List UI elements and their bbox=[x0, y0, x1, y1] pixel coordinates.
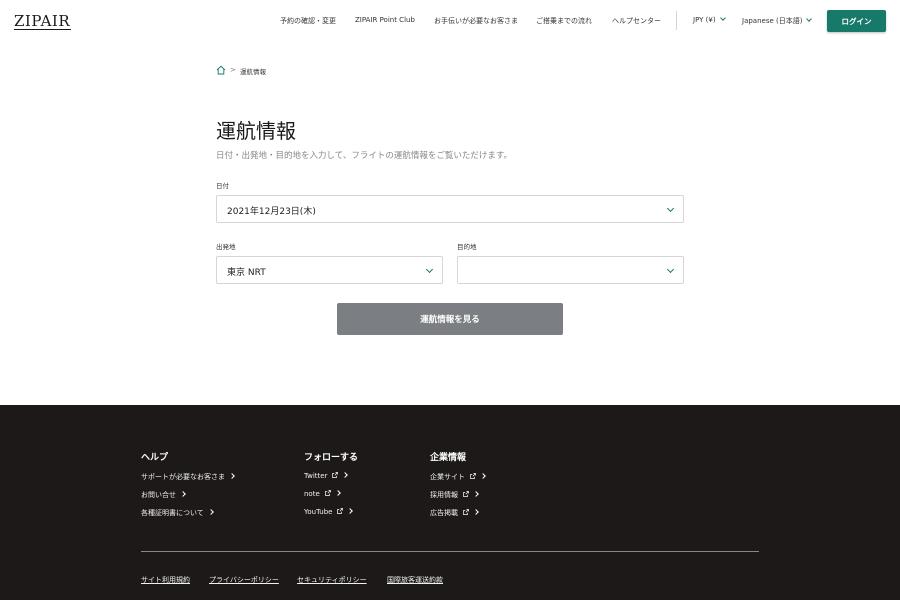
chevron-right-icon bbox=[347, 508, 354, 514]
external-link-icon bbox=[463, 509, 469, 515]
breadcrumb-separator: > bbox=[230, 66, 236, 74]
nav-divider bbox=[676, 11, 677, 30]
breadcrumb-current: 運航情報 bbox=[240, 68, 266, 76]
external-link-icon bbox=[463, 491, 469, 497]
footer-link-youtube[interactable]: YouTube bbox=[304, 508, 354, 516]
footer-link-careers[interactable]: 採用情報 bbox=[430, 490, 479, 500]
nav-boarding-flow[interactable]: ご搭乗までの流れ bbox=[536, 16, 592, 26]
footer-link-label: Twitter bbox=[304, 472, 328, 480]
footer-link-advertising[interactable]: 広告掲載 bbox=[430, 508, 479, 518]
external-link-icon bbox=[324, 490, 331, 496]
footer-link-label: note bbox=[304, 490, 320, 498]
chevron-right-icon bbox=[342, 472, 349, 478]
chevron-down-icon bbox=[425, 265, 434, 274]
nav-manage-booking[interactable]: 予約の確認・変更 bbox=[280, 16, 336, 26]
origin-label: 出発地 bbox=[216, 243, 236, 251]
site-header: ZIPAIR 予約の確認・変更 ZIPAIR Point Club お手伝いが必… bbox=[0, 0, 900, 42]
chevron-right-icon bbox=[480, 473, 486, 479]
language-dropdown[interactable]: Japanese (日本語) bbox=[742, 16, 813, 26]
footer-link-label: サポートが必要なお客さま bbox=[141, 473, 225, 481]
currency-dropdown[interactable]: JPY (¥) bbox=[693, 15, 726, 24]
external-link-icon bbox=[332, 472, 339, 478]
view-flight-status-button[interactable]: 運航情報を見る bbox=[337, 303, 563, 335]
footer-link-label: お問い合せ bbox=[141, 491, 176, 499]
chevron-right-icon bbox=[473, 509, 479, 515]
chevron-right-icon bbox=[473, 491, 479, 497]
origin-value: 東京 NRT bbox=[227, 268, 266, 278]
logo-underline bbox=[14, 29, 71, 30]
home-icon[interactable] bbox=[216, 65, 226, 75]
date-label: 日付 bbox=[216, 182, 229, 190]
chevron-right-icon bbox=[334, 490, 341, 496]
chevron-down-icon bbox=[666, 204, 675, 213]
page-description: 日付・出発地・目的地を入力して、フライトの運航情報をご覧いただけます。 bbox=[216, 151, 512, 161]
external-link-icon bbox=[470, 473, 476, 479]
destination-select[interactable] bbox=[457, 256, 684, 284]
footer-link-certificates[interactable]: 各種証明書について bbox=[141, 508, 214, 518]
footer-link-twitter[interactable]: Twitter bbox=[304, 472, 349, 480]
external-link-icon bbox=[337, 508, 344, 514]
footer-follow-title: フォローする bbox=[304, 453, 359, 463]
footer-link-label: 各種証明書について bbox=[141, 509, 204, 517]
footer-link-label: 企業サイト bbox=[430, 473, 465, 481]
nav-special-assistance[interactable]: お手伝いが必要なお客さま bbox=[434, 16, 518, 26]
footer-link-note[interactable]: note bbox=[304, 490, 341, 498]
footer-link-label: 採用情報 bbox=[430, 491, 458, 499]
origin-select[interactable]: 東京 NRT bbox=[216, 256, 443, 284]
date-value: 2021年12月23日(木) bbox=[227, 207, 316, 217]
nav-point-club[interactable]: ZIPAIR Point Club bbox=[355, 16, 415, 24]
nav-help-center[interactable]: ヘルプセンター bbox=[612, 16, 661, 26]
login-button[interactable]: ログイン bbox=[827, 10, 886, 32]
footer-link-privacy[interactable]: プライバシーポリシー bbox=[209, 575, 279, 585]
footer-link-label: YouTube bbox=[304, 508, 333, 516]
site-footer: ヘルプ サポートが必要なお客さま お問い合せ 各種証明書について フォローする … bbox=[0, 405, 900, 600]
footer-help-title: ヘルプ bbox=[141, 453, 169, 463]
footer-link-terms[interactable]: サイト利用規約 bbox=[141, 575, 190, 585]
footer-company-title: 企業情報 bbox=[430, 453, 467, 463]
footer-link-special-assistance[interactable]: サポートが必要なお客さま bbox=[141, 472, 235, 482]
currency-label: JPY (¥) bbox=[693, 16, 716, 24]
chevron-down-icon bbox=[666, 265, 675, 274]
footer-link-carriage-conditions[interactable]: 国際旅客運送約款 bbox=[387, 575, 443, 585]
chevron-down-icon bbox=[806, 16, 813, 22]
footer-divider bbox=[141, 551, 759, 552]
chevron-down-icon bbox=[719, 15, 726, 21]
destination-label: 目的地 bbox=[457, 243, 477, 251]
chevron-right-icon bbox=[229, 473, 235, 479]
footer-link-label: 広告掲載 bbox=[430, 509, 458, 517]
chevron-right-icon bbox=[180, 491, 186, 497]
language-label: Japanese (日本語) bbox=[742, 17, 803, 25]
date-select[interactable]: 2021年12月23日(木) bbox=[216, 195, 684, 223]
page-title: 運航情報 bbox=[216, 119, 296, 143]
chevron-right-icon bbox=[207, 509, 214, 515]
zipair-logo[interactable]: ZIPAIR bbox=[14, 12, 70, 30]
footer-link-security[interactable]: セキュリティポリシー bbox=[297, 575, 367, 585]
footer-link-corporate-site[interactable]: 企業サイト bbox=[430, 472, 486, 482]
footer-link-contact[interactable]: お問い合せ bbox=[141, 490, 186, 500]
